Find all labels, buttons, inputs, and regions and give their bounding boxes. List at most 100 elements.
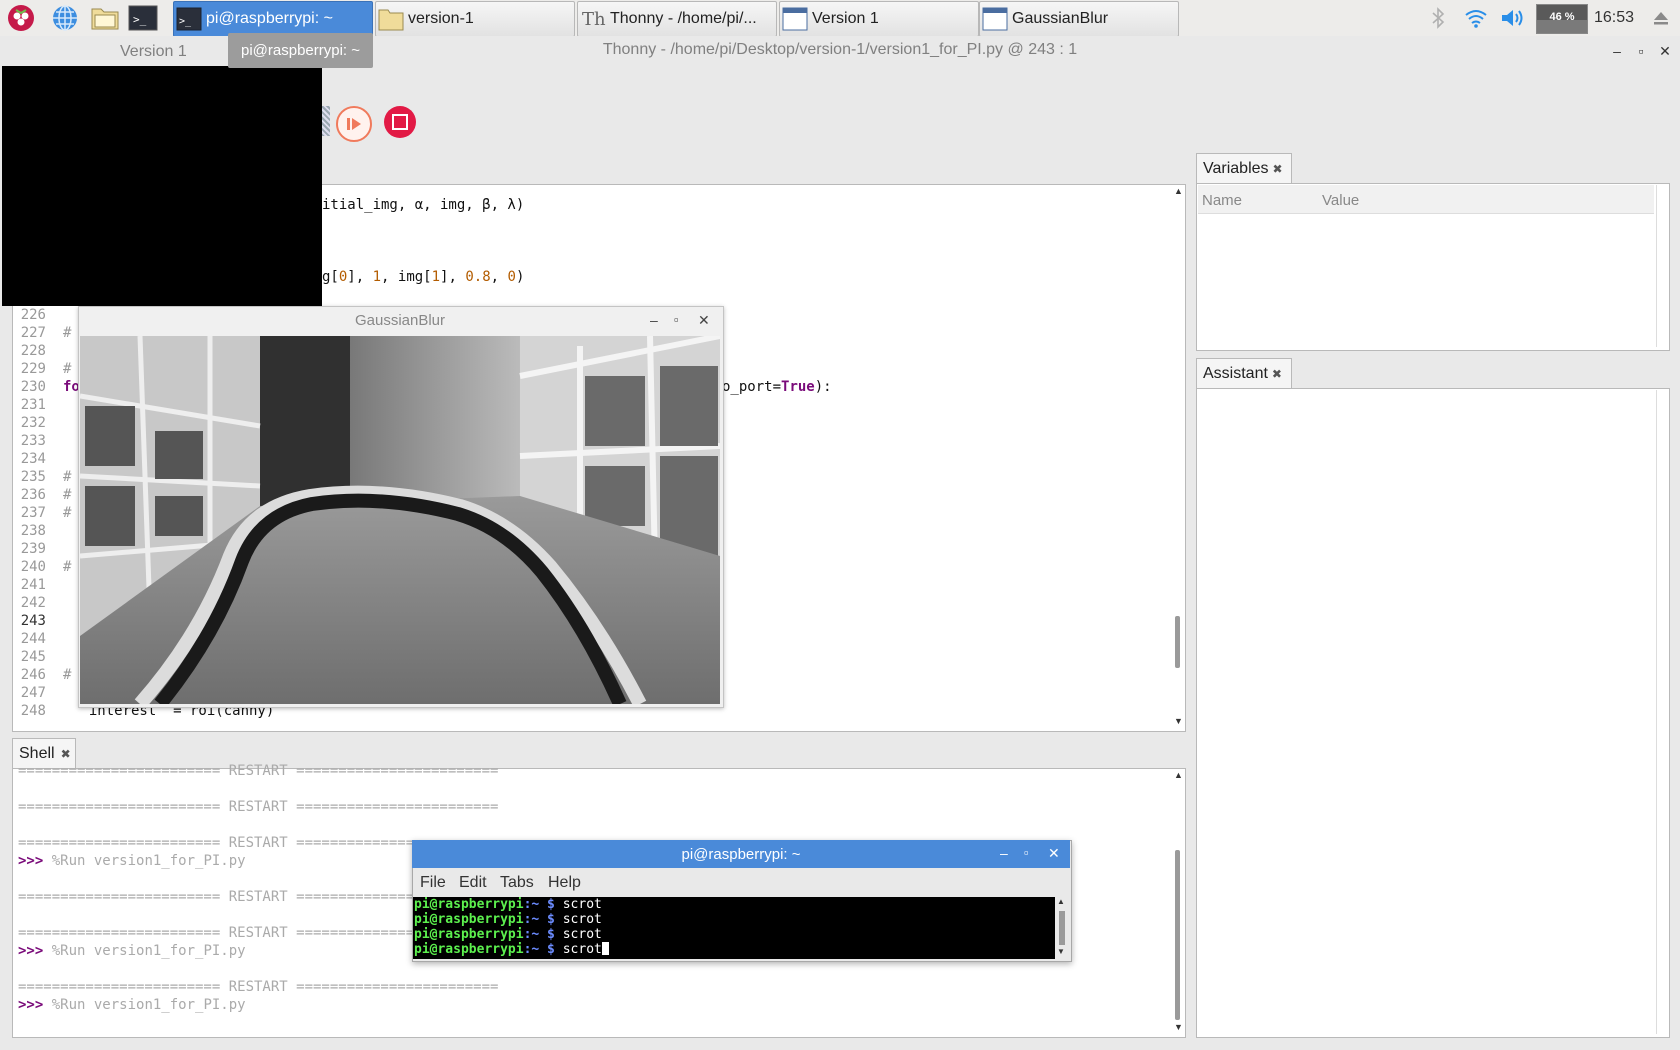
gaussianblur-title: GaussianBlur	[354, 312, 446, 329]
editor-scrollbar[interactable]: ▲ ▼	[1172, 186, 1184, 728]
variables-scrollbar[interactable]	[1656, 185, 1667, 347]
web-browser-icon[interactable]	[50, 3, 80, 33]
restart-line: ======================== RESTART =======…	[18, 763, 499, 779]
terminal-line: pi@raspberrypi:~ $ scrot	[414, 927, 602, 942]
window-icon	[782, 7, 808, 31]
terminal-title: pi@raspberrypi: ~	[681, 846, 801, 863]
line-number: 226	[20, 307, 46, 323]
tab-label: Shell	[19, 744, 55, 762]
comment-marker: #	[63, 667, 72, 683]
stop-icon	[392, 114, 408, 130]
maximize-button[interactable]: ▫	[1024, 845, 1029, 860]
code-line-fragment: o_port=True):	[722, 379, 832, 395]
camera-image	[80, 336, 720, 704]
terminal-scrollbar[interactable]: ▲ ▼	[1055, 897, 1069, 959]
maximize-button[interactable]: ▫	[1632, 42, 1650, 60]
tab-variables[interactable]: Variables ✖	[1196, 153, 1292, 183]
maximize-button[interactable]: ▫	[674, 312, 679, 327]
assistant-panel	[1196, 388, 1670, 1038]
line-number: 246	[20, 667, 46, 683]
shell-command: >>> %Run version1_for_PI.py	[18, 853, 246, 869]
close-tab-icon[interactable]: ✖	[1272, 367, 1282, 381]
menu-tabs[interactable]: Tabs	[500, 874, 534, 892]
comment-marker: #	[63, 559, 72, 575]
menu-help[interactable]: Help	[548, 874, 581, 892]
svg-text:Th: Th	[582, 9, 606, 30]
line-number: 235	[20, 469, 46, 485]
menu-edit[interactable]: Edit	[459, 874, 487, 892]
column-value: Value	[1322, 192, 1360, 209]
line-number: 229	[20, 361, 46, 377]
tooltip: pi@raspberrypi: ~	[228, 33, 373, 68]
resume-icon	[347, 118, 361, 130]
line-number: 231	[20, 397, 46, 413]
close-button[interactable]: ✕	[1048, 845, 1060, 862]
resume-button[interactable]	[336, 106, 372, 142]
raspberry-menu-icon[interactable]	[6, 3, 36, 33]
eject-icon[interactable]	[1650, 5, 1672, 31]
comment-marker: #	[63, 469, 72, 485]
clock: 16:53	[1594, 9, 1635, 26]
minimize-button[interactable]: –	[1608, 42, 1626, 60]
line-number: 237	[20, 505, 46, 521]
line-number-current: 243	[20, 613, 46, 629]
terminal-line: pi@raspberrypi:~ $ scrot	[414, 942, 609, 957]
task-terminal[interactable]: >_ pi@raspberrypi: ~	[173, 1, 373, 37]
task-folder[interactable]: version-1	[375, 1, 575, 37]
line-number: 240	[20, 559, 46, 575]
terminal-line: pi@raspberrypi:~ $ scrot	[414, 912, 602, 927]
comment-marker: #	[63, 325, 72, 341]
menu-file[interactable]: File	[420, 874, 446, 892]
task-gaussianblur[interactable]: GaussianBlur	[979, 1, 1179, 37]
file-manager-icon[interactable]	[90, 3, 120, 33]
comment-marker: #	[63, 487, 72, 503]
svg-text:>_: >_	[179, 16, 192, 27]
minimize-button[interactable]: –	[1000, 845, 1008, 861]
restart-line: ======================== RESTART =======…	[18, 979, 499, 995]
tab-assistant[interactable]: Assistant ✖	[1196, 358, 1292, 388]
tab-label: Variables	[1203, 159, 1269, 177]
line-number: 236	[20, 487, 46, 503]
close-button[interactable]: ✕	[1656, 42, 1674, 60]
volume-icon[interactable]	[1500, 5, 1526, 31]
stop-button[interactable]	[384, 106, 416, 138]
task-label: Thonny - /home/pi/...	[610, 10, 757, 27]
wifi-icon[interactable]	[1464, 5, 1488, 31]
restart-line: ======================== RESTART =======…	[18, 799, 499, 815]
thonny-icon: Th	[580, 7, 606, 31]
cursor	[601, 942, 609, 955]
column-name: Name	[1202, 192, 1243, 209]
line-number: 239	[20, 541, 46, 557]
close-tab-icon[interactable]: ✖	[61, 747, 71, 761]
line-number: 227	[20, 325, 46, 341]
line-number: 233	[20, 433, 46, 449]
shell-command: >>> %Run version1_for_PI.py	[18, 997, 246, 1013]
line-number: 247	[20, 685, 46, 701]
close-tab-icon[interactable]: ✖	[1273, 162, 1283, 176]
toolbar-button-partial[interactable]	[322, 106, 330, 136]
version1-video-window	[2, 66, 322, 306]
close-button[interactable]: ✕	[698, 312, 710, 329]
code-line-fragment: g[0], 1, img[1], 0.8, 0)	[322, 269, 525, 285]
assistant-scrollbar[interactable]	[1656, 390, 1667, 1034]
window-icon	[982, 7, 1008, 31]
shell-command: >>> %Run version1_for_PI.py	[18, 943, 246, 959]
terminal-launcher-icon[interactable]: >_	[128, 3, 158, 33]
svg-text:>_: >_	[133, 13, 147, 26]
line-number: 245	[20, 649, 46, 665]
task-version1[interactable]: Version 1	[779, 1, 979, 37]
task-thonny[interactable]: Th Thonny - /home/pi/...	[577, 1, 777, 37]
line-number: 228	[20, 343, 46, 359]
line-number: 230	[20, 379, 46, 395]
line-number: 241	[20, 577, 46, 593]
terminal-icon: >_	[176, 7, 202, 31]
tab-label: Assistant	[1203, 364, 1268, 382]
comment-marker: #	[63, 505, 72, 521]
minimize-button[interactable]: –	[650, 312, 658, 328]
shell-scrollbar[interactable]: ▲ ▼	[1172, 770, 1184, 1034]
bluetooth-icon[interactable]	[1428, 5, 1448, 31]
line-number: 232	[20, 415, 46, 431]
code-line-fragment: itial_img, α, img, β, λ)	[322, 197, 525, 213]
line-number: 238	[20, 523, 46, 539]
line-number: 248	[20, 703, 46, 719]
